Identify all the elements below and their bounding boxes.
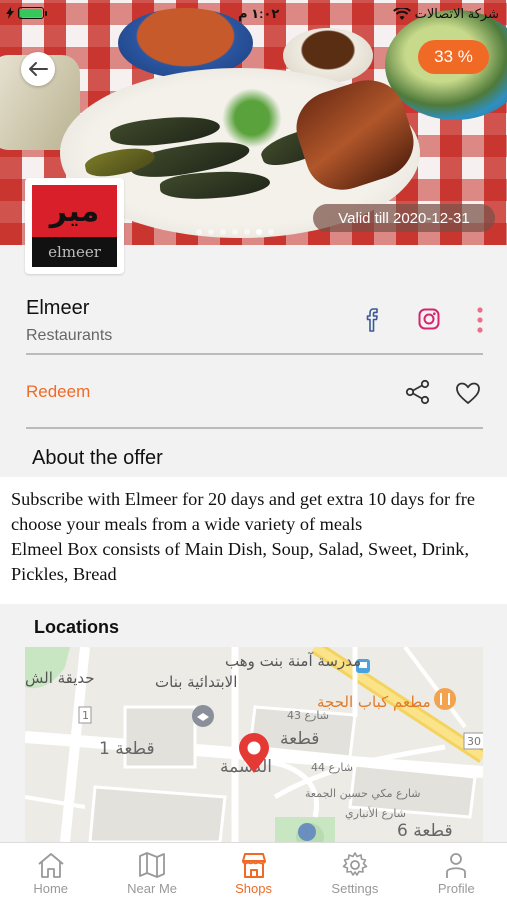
person-icon — [446, 853, 467, 878]
back-button[interactable] — [21, 52, 55, 86]
status-bar: ١:٠٢ م شركة الاتصالات — [0, 0, 507, 28]
map-label-restaurant: مطعم كباب الحجة — [317, 693, 431, 711]
more-options-icon[interactable] — [473, 306, 487, 334]
map-pin-icon[interactable] — [237, 732, 271, 774]
carousel-dots[interactable] — [196, 229, 274, 235]
map-icon — [139, 852, 166, 878]
home-icon — [38, 853, 64, 878]
map-label-road: 1 — [82, 709, 89, 722]
facebook-icon[interactable] — [362, 307, 384, 333]
carousel-dot[interactable] — [244, 229, 250, 235]
description-line: Elmeel Box consists of Main Dish, Soup, … — [11, 539, 470, 559]
wifi-icon — [392, 7, 411, 20]
map-label-school: الابتدائية بنات — [155, 673, 238, 691]
store-card: مير elmeer Elmeer Restaurants Redeem Abo… — [0, 178, 507, 477]
tab-label: Profile — [437, 881, 475, 896]
about-offer-title: About the offer — [32, 447, 163, 469]
arrow-left-icon — [29, 62, 48, 76]
logo-latin-text: elmeer — [32, 237, 117, 267]
description-line: choose your meals from a wide variety of… — [11, 514, 363, 534]
status-right: شركة الاتصالات — [392, 6, 499, 22]
map-label-road: 30 — [467, 735, 481, 748]
tab-shops[interactable]: Shops — [203, 843, 304, 900]
status-time: ١:٠٢ م — [238, 6, 280, 21]
tab-profile[interactable]: Profile — [406, 843, 507, 900]
map-label-school: مدرسة آمنة بنت وهب — [225, 652, 362, 670]
carousel-dot-active[interactable] — [256, 229, 262, 235]
bottom-tab-bar: Home Near Me Shops Settings Profile — [0, 842, 507, 900]
shop-icon — [241, 853, 266, 878]
carousel-dot[interactable] — [220, 229, 226, 235]
carousel-dot[interactable] — [268, 229, 274, 235]
map-label-street: شارع الأنباري — [345, 807, 406, 820]
map-label-street: شارع 44 — [311, 761, 353, 774]
tab-settings[interactable]: Settings — [304, 843, 405, 900]
locations-title: Locations — [34, 617, 120, 637]
offer-description: Subscribe with Elmeer for 20 days and ge… — [0, 477, 507, 604]
tab-label: Near Me — [127, 881, 178, 896]
charging-icon — [6, 7, 14, 19]
hero-parsley — [222, 88, 282, 148]
carrier-name: شركة الاتصالات — [414, 6, 499, 21]
logo-arabic-text: مير — [32, 185, 117, 238]
divider — [26, 427, 483, 429]
map-label-street: شارع 43 — [287, 709, 329, 722]
tab-label: Shops — [235, 881, 272, 896]
tab-label: Settings — [331, 881, 379, 896]
description-line: Pickles, Bread — [11, 564, 117, 584]
map-label-block: قطعة 1 — [99, 739, 155, 759]
map-label-park: حديقة الش — [25, 669, 95, 687]
carousel-dot[interactable] — [208, 229, 214, 235]
store-logo: مير elmeer — [25, 178, 124, 274]
tab-near-me[interactable]: Near Me — [101, 843, 202, 900]
store-category: Restaurants — [26, 327, 113, 344]
heart-icon[interactable] — [455, 381, 481, 405]
tab-label: Home — [33, 881, 69, 896]
map-label-block: قطعة — [280, 729, 320, 749]
carousel-dot[interactable] — [196, 229, 202, 235]
valid-till-badge: Valid till 2020-12-31 — [313, 204, 495, 232]
tab-home[interactable]: Home — [0, 843, 101, 900]
status-left — [6, 7, 47, 19]
carousel-dot[interactable] — [232, 229, 238, 235]
description-line: Subscribe with Elmeer for 20 days and ge… — [11, 489, 475, 509]
map-label-street: شارع مكي حسين الجمعة — [305, 787, 421, 800]
store-name: Elmeer — [26, 297, 90, 319]
gear-icon — [342, 852, 368, 876]
discount-badge: 33 % — [418, 40, 489, 74]
divider — [26, 353, 483, 355]
share-icon[interactable] — [405, 379, 431, 405]
map-label-block: قطعة 6 — [397, 821, 453, 841]
instagram-icon[interactable] — [418, 308, 440, 330]
redeem-button[interactable]: Redeem — [26, 382, 90, 402]
location-map[interactable]: مدرسة آمنة بنت وهب الابتدائية بنات حديقة… — [25, 647, 483, 842]
battery-icon — [18, 7, 47, 19]
